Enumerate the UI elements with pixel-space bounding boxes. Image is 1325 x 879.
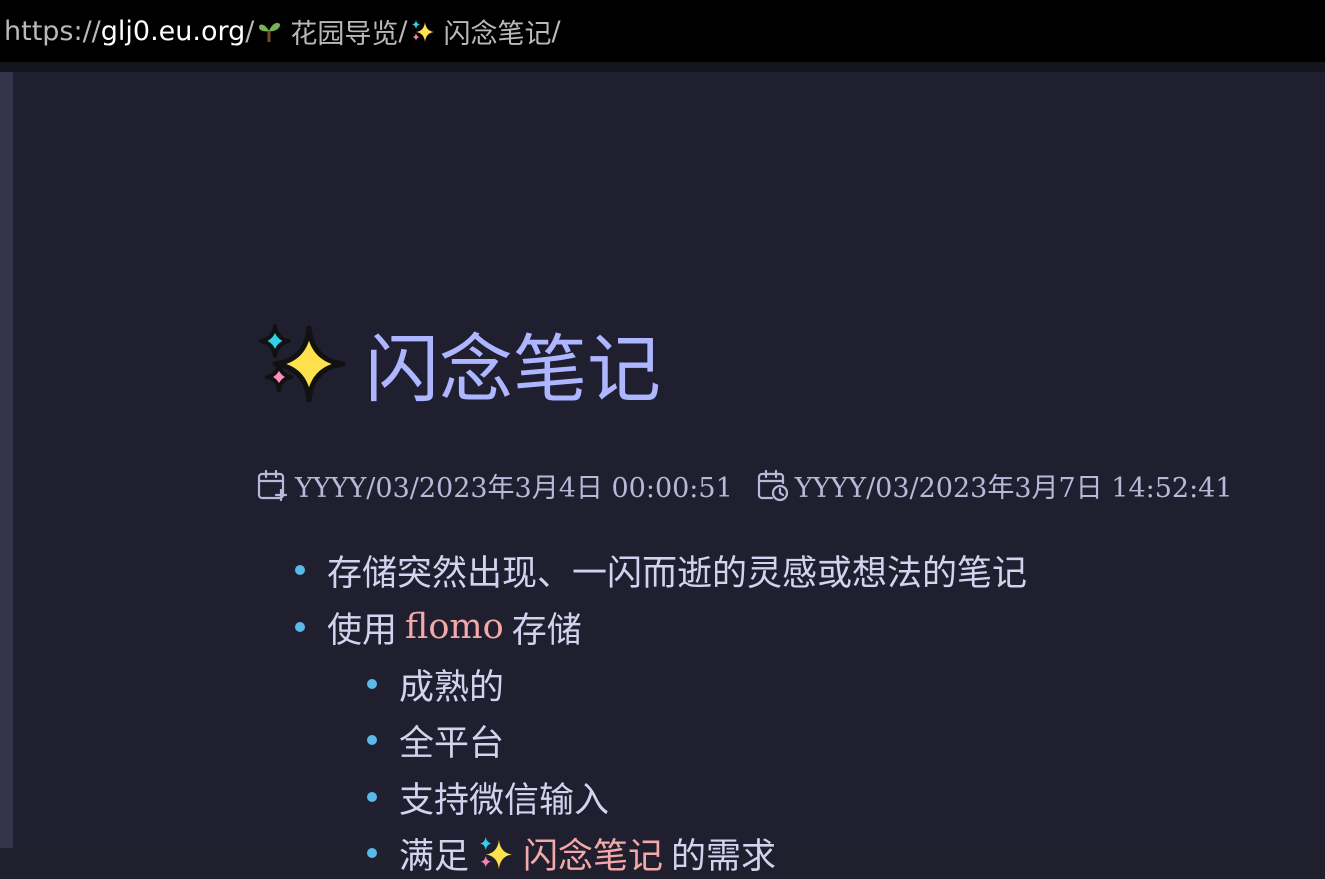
list-item-text: 存储突然出现、一闪而逝的灵感或想法的笔记 [327,553,1028,594]
list-item-text: 使用 [327,610,398,651]
url-separator: / [398,15,408,47]
list-item: 成熟的 [367,659,504,709]
list-item-text: 存储 [511,610,582,651]
list-item: 存储突然出现、一闪而逝的灵感或想法的笔记 [295,545,1027,595]
page-content [13,72,1325,848]
list-bullet [295,622,305,632]
url-separator: / [551,15,561,47]
url-scheme: https:// [4,15,101,47]
created-date-text: YYYY/03/2023年3月4日 00:00:51 [295,472,733,504]
page-title: 闪念笔记 [257,318,661,413]
list-bullet [295,565,305,575]
flomo-link[interactable]: flomo [405,607,504,647]
created-date: YYYY/03/2023年3月4日 00:00:51 [255,466,733,505]
url-separator: / [245,15,255,47]
list-item: 支持微信输入 [367,772,609,822]
url-crumb-label: 花园导览 [290,18,399,50]
flash-notes-link[interactable]: 闪念笔记 [523,828,663,879]
list-item: 满足 闪念笔记 的需求 [367,828,776,878]
list-item-text: 成熟的 [399,667,505,708]
list-item-text: 全平台 [399,723,505,764]
list-item-text: 支持微信输入 [399,780,610,821]
sparkles-icon [259,324,346,403]
updated-date-text: YYYY/03/2023年3月7日 14:52:41 [794,472,1233,504]
url-crumb-label: 闪念笔记 [443,18,552,50]
updated-date: YYYY/03/2023年3月7日 14:52:41 [755,466,1233,505]
address-bar[interactable]: https:// glj0.eu.org / 花园导览 / 闪念笔记 / [0,0,1325,62]
list-item: 全平台 [367,715,504,765]
seedling-icon [259,22,281,42]
list-item-text: 的需求 [671,836,777,877]
calendar-clock-icon [757,469,788,502]
sparkles-icon [479,836,513,870]
list-bullet [367,848,377,858]
page-metadata: YYYY/03/2023年3月4日 00:00:51 YYYY/03/2023年… [255,462,1233,508]
list-item-text: 满足 [399,836,470,877]
list-bullet [367,792,377,802]
url-host[interactable]: glj0.eu.org [101,16,246,47]
list-bullet [367,735,377,745]
calendar-plus-icon [257,469,288,502]
url-crumb-flash-notes[interactable]: 闪念笔记 [408,12,552,51]
sparkles-icon [411,20,434,42]
list-item: 使用 flomo 存储 [295,602,582,652]
page-title-text: 闪念笔记 [365,326,661,413]
list-bullet [367,679,377,689]
toolbar-divider [0,62,1325,72]
left-sidebar-edge [0,72,13,848]
url-crumb-garden[interactable]: 花园导览 [254,12,398,51]
